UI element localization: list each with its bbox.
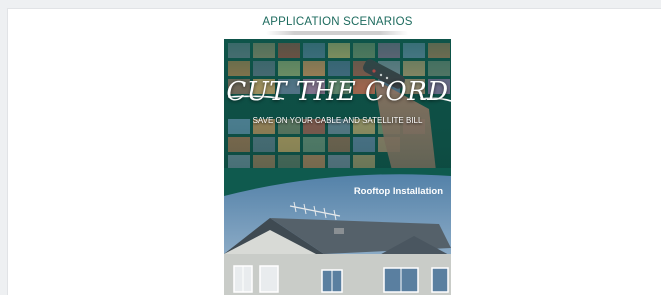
cut-the-cord-panel: CUT THE CORD SAVE ON YOUR CABLE AND SATE… <box>224 39 451 178</box>
tv-screen-collage <box>224 39 451 178</box>
section-heading-text: APPLICATION SCENARIOS <box>262 16 413 28</box>
rooftop-installation-label: Rooftop Installation <box>353 186 443 197</box>
section-heading: APPLICATION SCENARIOS <box>224 12 451 38</box>
cut-the-cord-title: CUT THE CORD <box>226 77 449 107</box>
heading-underline <box>266 31 408 35</box>
rooftop-installation-panel: Rooftop Installation <box>224 168 451 295</box>
product-banner-image: APPLICATION SCENARIOS CUT THE CORD SAVE … <box>224 12 451 295</box>
cut-the-cord-subtitle: SAVE ON YOUR CABLE AND SATELLITE BILL <box>252 116 423 125</box>
